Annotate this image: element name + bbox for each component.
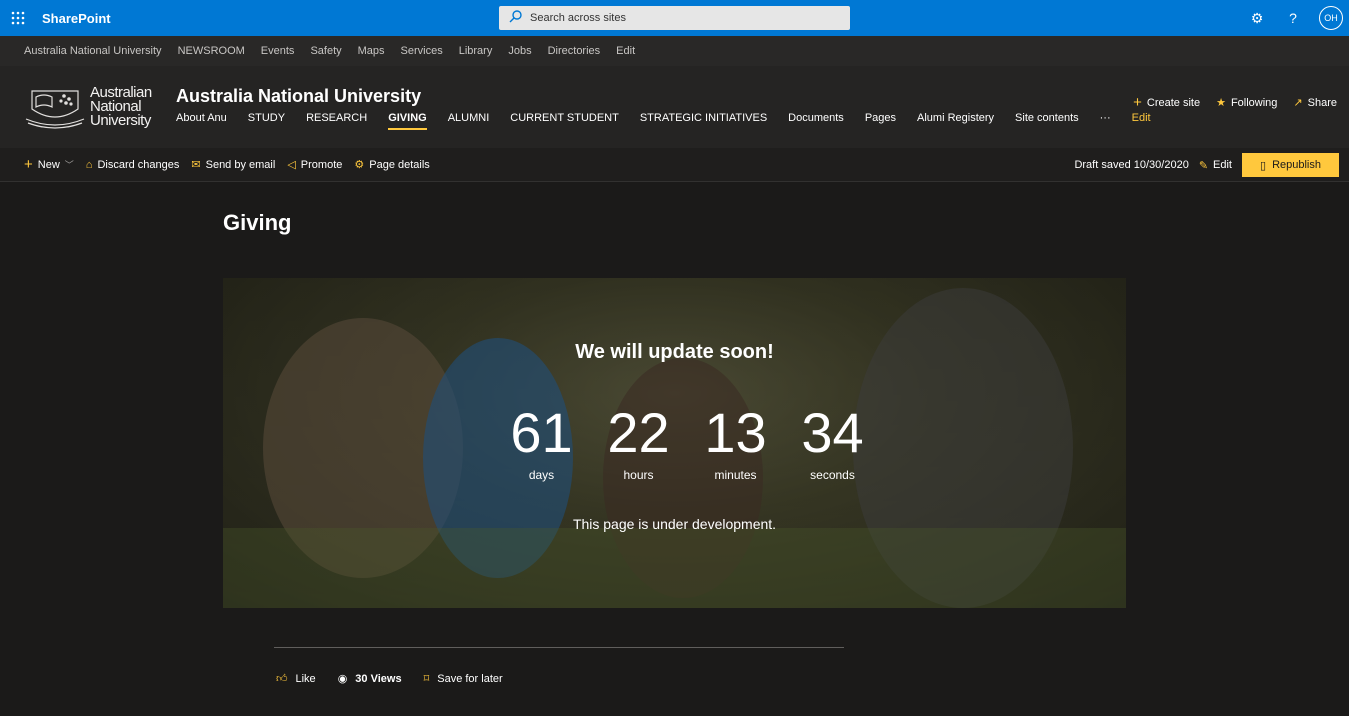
hubnav-item-directories[interactable]: Directories	[548, 45, 601, 57]
page-footer-actions: 👍︎ Like ◉ 30 Views ⌑ Save for later	[276, 672, 525, 686]
hubnav-item-services[interactable]: Services	[401, 45, 443, 57]
following-button[interactable]: ★ Following	[1216, 94, 1277, 111]
nav-edit-link[interactable]: Edit	[1132, 112, 1151, 130]
nav-more-ellipsis-icon[interactable]: ···	[1100, 112, 1111, 130]
hubnav-item-jobs[interactable]: Jobs	[508, 45, 531, 57]
like-button[interactable]: 👍︎ Like	[276, 672, 316, 686]
plus-icon: +	[1133, 94, 1142, 111]
page-title: Giving	[223, 210, 292, 235]
hubnav-item-events[interactable]: Events	[261, 45, 295, 57]
share-button[interactable]: ↗ Share	[1293, 94, 1337, 111]
page-details-button[interactable]: ⚙ Page details	[354, 158, 429, 172]
nav-item-current-student[interactable]: CURRENT STUDENT	[510, 112, 619, 130]
site-actions: + Create site ★ Following ↗ Share	[1133, 94, 1337, 111]
nav-item-research[interactable]: RESEARCH	[306, 112, 367, 130]
nav-item-study[interactable]: STUDY	[248, 112, 285, 130]
nav-item-alumni-registry[interactable]: Alumi Registery	[917, 112, 994, 130]
send-by-email-button[interactable]: ✉ Send by email	[191, 158, 275, 172]
bookmark-icon: ⌑	[423, 673, 430, 685]
megaphone-icon: ◁	[287, 159, 296, 171]
chevron-down-icon: ﹀	[64, 160, 74, 170]
share-icon: ↗	[1293, 97, 1303, 109]
search-box[interactable]: Search across sites	[499, 6, 850, 30]
star-icon: ★	[1216, 97, 1226, 109]
hero-countdown-banner: We will update soon! 61 days 22 hours 13…	[223, 278, 1126, 608]
discard-icon: ⌂	[85, 158, 93, 171]
site-logo[interactable]: Australian National University	[24, 82, 162, 132]
search-placeholder: Search across sites	[530, 12, 626, 24]
avatar[interactable]: OH	[1319, 6, 1343, 30]
hubnav-item-library[interactable]: Library	[459, 45, 493, 57]
create-site-button[interactable]: + Create site	[1133, 94, 1200, 111]
countdown-seconds: 34 seconds	[801, 401, 864, 483]
edit-button[interactable]: ✎ Edit	[1199, 159, 1232, 172]
book-icon: ▯	[1260, 159, 1267, 172]
eye-icon: ◉	[337, 673, 348, 685]
promote-button[interactable]: ◁ Promote	[287, 158, 342, 172]
pencil-icon: ✎	[1198, 159, 1209, 172]
nav-item-about[interactable]: About Anu	[176, 112, 227, 130]
hero-subtext: This page is under development.	[572, 516, 777, 532]
suite-bar: SharePoint Search across sites ⚙ ? OH	[0, 0, 1349, 36]
plus-icon: +	[24, 156, 33, 173]
mail-icon: ✉	[191, 159, 201, 171]
logo-wordmark: Australian National University	[90, 84, 152, 129]
app-launcher-icon[interactable]	[0, 0, 36, 36]
new-button[interactable]: + New ﹀	[24, 156, 74, 173]
help-icon[interactable]: ?	[1279, 0, 1307, 36]
countdown-timer: 61 days 22 hours 13 minutes 34 seconds	[493, 401, 881, 483]
hubnav-item-anu[interactable]: Australia National University	[24, 45, 162, 57]
sharepoint-brand[interactable]: SharePoint	[42, 11, 111, 26]
thumbs-up-icon: 👍︎	[276, 673, 288, 685]
hubnav-item-edit[interactable]: Edit	[616, 45, 635, 57]
hub-navigation: Australia National University NEWSROOM E…	[0, 36, 1349, 66]
anu-crest-icon	[25, 90, 85, 129]
countdown-hours: 22 hours	[607, 401, 670, 483]
countdown-minutes: 13 minutes	[704, 401, 767, 483]
search-icon	[509, 10, 530, 26]
site-header: Australian National University Australia…	[0, 66, 1349, 148]
draft-status: Draft saved 10/30/2020	[1074, 159, 1189, 171]
footer-divider	[274, 647, 844, 648]
nav-item-alumni[interactable]: ALUMNI	[448, 112, 490, 130]
site-navigation: About Anu STUDY RESEARCH GIVING ALUMNI C…	[176, 112, 1172, 130]
hubnav-item-maps[interactable]: Maps	[358, 45, 385, 57]
countdown-days: 61 days	[510, 401, 573, 483]
hubnav-item-safety[interactable]: Safety	[310, 45, 341, 57]
nav-item-site-contents[interactable]: Site contents	[1015, 112, 1079, 130]
settings-gear-icon[interactable]: ⚙	[1243, 0, 1271, 36]
save-for-later-button[interactable]: ⌑ Save for later	[423, 672, 503, 686]
nav-item-pages[interactable]: Pages	[865, 112, 896, 130]
republish-button[interactable]: ▯ Republish	[1242, 153, 1339, 177]
nav-item-strategic-initiatives[interactable]: STRATEGIC INITIATIVES	[640, 112, 767, 130]
views-count: ◉ 30 Views	[337, 672, 402, 686]
nav-item-documents[interactable]: Documents	[788, 112, 844, 130]
discard-changes-button[interactable]: ⌂ Discard changes	[86, 159, 180, 171]
nav-item-giving[interactable]: GIVING	[388, 112, 427, 130]
hero-heading: We will update soon!	[575, 341, 774, 363]
command-bar: + New ﹀ ⌂ Discard changes ✉ Send by emai…	[0, 148, 1349, 182]
site-title[interactable]: Australia National University	[176, 86, 421, 107]
gear-icon: ⚙	[354, 159, 365, 171]
hubnav-item-newsroom[interactable]: NEWSROOM	[178, 45, 245, 57]
